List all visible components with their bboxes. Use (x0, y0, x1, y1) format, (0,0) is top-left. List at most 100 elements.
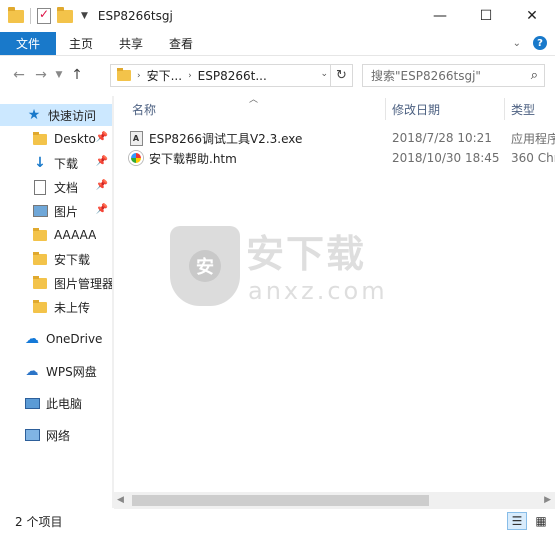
sort-ascending-icon: ︿ (249, 95, 259, 105)
sidebar-item-pictures[interactable]: 图片 📌 (0, 200, 112, 222)
sidebar-item-quick-access[interactable]: ★ 快速访问 (0, 104, 112, 126)
sidebar-item-this-pc[interactable]: 此电脑 (0, 392, 112, 414)
column-header-name[interactable]: 名称 (132, 98, 156, 120)
tab-home[interactable]: 主页 (56, 32, 106, 55)
properties-icon[interactable] (37, 7, 51, 24)
file-name-cell: 安下载帮助.htm (128, 150, 237, 167)
file-name-cell: A ESP8266调试工具V2.3.exe (128, 130, 302, 147)
breadcrumb-current[interactable]: ESP8266t... (198, 69, 267, 83)
item-count: 2 个项目 (15, 514, 63, 529)
sidebar-item-anxiazai[interactable]: 安下载 (0, 248, 112, 270)
column-divider[interactable] (385, 98, 386, 120)
network-icon (24, 427, 40, 443)
details-view-icon[interactable]: ☰ (507, 512, 527, 530)
search-icon[interactable]: ⌕ (531, 68, 538, 83)
sidebar-item-label: 快速访问 (48, 108, 97, 123)
title-bar: ▼ ESP8266tsgj — ☐ ✕ (0, 0, 555, 32)
file-name: 安下载帮助.htm (149, 151, 237, 166)
forward-button[interactable]: → (30, 64, 52, 86)
sidebar-item-label: AAAAA (54, 228, 97, 242)
folder-icon (32, 131, 48, 147)
sidebar-item-label: 图片 (54, 204, 79, 219)
sidebar-item-documents[interactable]: 文档 📌 (0, 176, 112, 198)
document-icon (32, 179, 48, 195)
pin-icon[interactable]: 📌 (96, 156, 108, 167)
quick-access-toolbar: ▼ (8, 6, 88, 24)
large-icons-view-icon[interactable]: ▦ (531, 512, 551, 530)
pin-icon[interactable]: 📌 (96, 204, 108, 215)
sidebar-item-network[interactable]: 网络 (0, 424, 112, 446)
window-controls: — ☐ ✕ (417, 0, 555, 32)
sidebar-item-onedrive[interactable]: ☁ OneDrive (0, 328, 112, 350)
file-type: 360 Chr (511, 151, 555, 165)
sidebar-item-not-uploaded[interactable]: 未上传 (0, 296, 112, 318)
window-title: ESP8266tsgj (97, 9, 173, 23)
shield-icon: 安 (170, 226, 240, 306)
file-name: ESP8266调试工具V2.3.exe (149, 131, 303, 146)
sidebar-item-aaaaa[interactable]: AAAAA (0, 224, 112, 246)
refresh-icon[interactable]: ↻ (330, 65, 352, 86)
minimize-button[interactable]: — (417, 0, 463, 32)
search-box[interactable]: ⌕ (362, 64, 545, 87)
sidebar-item-downloads[interactable]: ↓ 下载 📌 (0, 152, 112, 174)
computer-icon (24, 395, 40, 411)
up-button[interactable]: ↑ (66, 64, 88, 86)
help-icon[interactable]: ? (533, 36, 547, 50)
sidebar-item-label: 下载 (54, 156, 79, 171)
pin-icon[interactable]: 📌 (96, 132, 108, 143)
sidebar-item-label: 此电脑 (46, 396, 83, 411)
file-date: 2018/10/30 18:45 (392, 151, 500, 165)
ribbon-right: ⌄ ? (513, 36, 547, 50)
navigation-pane: ★ 快速访问 Deskto 📌 ↓ 下载 📌 文档 📌 图片 📌 AAAAA 安… (0, 96, 112, 508)
sidebar-item-label: 网络 (46, 428, 71, 443)
table-row[interactable]: 安下载帮助.htm 2018/10/30 18:45 360 Chr (128, 148, 555, 168)
pin-icon[interactable]: 📌 (96, 180, 108, 191)
recent-locations-dropdown[interactable]: ▼ (52, 64, 66, 86)
breadcrumb-separator[interactable]: › (137, 71, 141, 81)
column-header-date[interactable]: 修改日期 (392, 98, 440, 120)
horizontal-scrollbar[interactable]: ◀ ▶ (114, 492, 555, 509)
tab-view[interactable]: 查看 (156, 32, 206, 55)
tab-share[interactable]: 共享 (106, 32, 156, 55)
onedrive-icon: ☁ (25, 331, 39, 347)
scroll-right-icon[interactable]: ▶ (544, 495, 551, 505)
sidebar-item-label: 未上传 (54, 300, 91, 315)
folder-icon (8, 6, 24, 23)
watermark-url: anxz.com (248, 277, 388, 305)
search-input[interactable] (371, 68, 521, 83)
breadcrumb-anxiazai[interactable]: 安下... (147, 67, 182, 84)
exe-icon: A (128, 130, 144, 146)
sidebar-item-desktop[interactable]: Deskto 📌 (0, 128, 112, 150)
file-date: 2018/7/28 10:21 (392, 131, 492, 145)
column-divider[interactable] (504, 98, 505, 120)
new-folder-icon[interactable] (57, 6, 73, 23)
expand-ribbon-chevron-icon[interactable]: ⌄ (513, 38, 521, 49)
ribbon-tabs: 文件 主页 共享 查看 ⌄ ? (0, 32, 555, 56)
navigation-bar: ← → ▼ ↑ › 安下... › ESP8266t... ⌄ ↻ ⌕ (0, 60, 555, 90)
view-switcher: ☰ ▦ (507, 512, 551, 530)
address-dropdown[interactable]: ⌄ (320, 69, 328, 79)
sidebar-item-image-manager[interactable]: 图片管理器 (0, 272, 112, 294)
back-button[interactable]: ← (8, 64, 30, 86)
tab-file[interactable]: 文件 (0, 32, 56, 55)
sidebar-item-label: WPS网盘 (46, 364, 97, 379)
column-header-type[interactable]: 类型 (511, 98, 535, 120)
address-bar[interactable]: › 安下... › ESP8266t... ⌄ ↻ (110, 64, 353, 87)
star-icon: ★ (27, 107, 41, 123)
folder-icon (117, 68, 131, 81)
sidebar-item-wps-cloud[interactable]: ☁ WPS网盘 (0, 360, 112, 382)
folder-icon (32, 299, 48, 315)
customize-toolbar-dropdown[interactable]: ▼ (81, 11, 88, 21)
maximize-button[interactable]: ☐ (463, 0, 509, 32)
folder-icon (32, 251, 48, 267)
status-bar: 2 个项目 ☰ ▦ (0, 509, 555, 533)
sidebar-item-label: 文档 (54, 180, 79, 195)
wps-cloud-icon: ☁ (25, 363, 39, 379)
close-button[interactable]: ✕ (509, 0, 555, 32)
scrollbar-thumb[interactable] (132, 495, 429, 506)
table-row[interactable]: A ESP8266调试工具V2.3.exe 2018/7/28 10:21 应用… (128, 128, 555, 148)
download-icon: ↓ (34, 155, 46, 171)
breadcrumb-separator[interactable]: › (188, 71, 192, 81)
watermark-logo: 安 安下载 anxz.com (170, 226, 385, 306)
scroll-left-icon[interactable]: ◀ (117, 495, 124, 505)
